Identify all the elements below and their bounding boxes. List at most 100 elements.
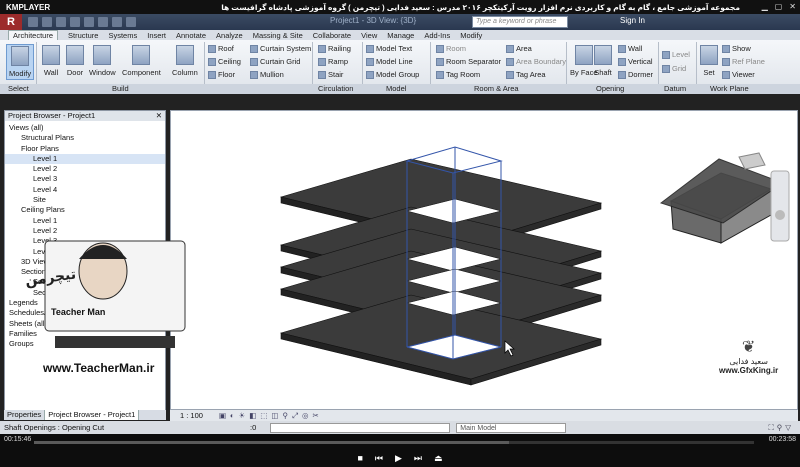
curtain-grid-button[interactable]: Curtain Grid [250, 57, 300, 66]
viewcube-icon[interactable] [659, 152, 785, 244]
sign-in-button[interactable]: Sign In [620, 16, 645, 25]
model-line-button[interactable]: Model Line [366, 57, 413, 66]
text-icon[interactable] [112, 17, 122, 27]
maximize-icon[interactable]: ▢ [775, 2, 783, 11]
by-face-icon [574, 45, 593, 65]
player-logo: KMPLAYER [6, 2, 51, 12]
active-model-select[interactable]: Main Model [456, 422, 567, 433]
ramp-button[interactable]: Ramp [318, 57, 348, 66]
next-icon[interactable]: ⏭ [414, 453, 422, 464]
save-icon[interactable] [42, 17, 52, 27]
wall-icon [42, 45, 60, 65]
tag-area-button[interactable]: Tag Area [506, 70, 546, 79]
window-icon [93, 45, 112, 65]
panel-select[interactable]: Select [8, 84, 29, 93]
3d-view-icon[interactable] [126, 17, 136, 27]
ribbon-tabs: Architecture Structure Systems Insert An… [0, 30, 800, 40]
floor-button[interactable]: Floor [208, 70, 235, 79]
workset-box[interactable] [270, 422, 451, 433]
navigation-bar[interactable] [770, 170, 790, 242]
tree-item[interactable]: Level 2 [5, 164, 165, 174]
tree-item[interactable]: Floor Plans [5, 144, 165, 154]
tab-view[interactable]: View [361, 31, 377, 40]
tab-collaborate[interactable]: Collaborate [313, 31, 351, 40]
tab-massing-site[interactable]: Massing & Site [253, 31, 303, 40]
tab-annotate[interactable]: Annotate [176, 31, 206, 40]
viewer-button[interactable]: Viewer [722, 70, 755, 79]
open-icon[interactable] [28, 17, 38, 27]
shaft-button[interactable]: Shaft [594, 45, 612, 77]
stop-icon[interactable]: ■ [357, 453, 362, 463]
view-control-icons[interactable]: ▣◐☀◧⬚◫⚲⤢◎✂ [219, 411, 323, 421]
area-button[interactable]: Area [506, 44, 532, 53]
ribbon-panel: Modify Wall Door Window Component Column… [0, 40, 800, 94]
modify-button[interactable]: Modify [6, 44, 35, 80]
grid-button[interactable]: Grid [662, 64, 686, 73]
tag-room-button[interactable]: Tag Room [436, 70, 480, 79]
close-icon[interactable]: ✕ [156, 111, 162, 121]
tab-properties[interactable]: Properties [4, 410, 46, 420]
filter-icons[interactable]: ⛶⚲▽ [768, 423, 794, 433]
column-icon [175, 45, 194, 65]
tab-add-ins[interactable]: Add-Ins [424, 31, 450, 40]
search-input[interactable]: Type a keyword or phrase [472, 16, 568, 28]
previous-icon[interactable]: ⏮ [375, 453, 383, 464]
mullion-button[interactable]: Mullion [250, 70, 284, 79]
minimize-icon[interactable]: ▁ [762, 2, 768, 11]
panel-circulation: Circulation [318, 84, 354, 93]
window-button[interactable]: Window [89, 45, 116, 77]
stair-button[interactable]: Stair [318, 70, 343, 79]
close-icon[interactable]: ✕ [789, 2, 796, 11]
column-button[interactable]: Column [172, 45, 198, 77]
ceiling-icon [208, 57, 216, 66]
tree-item[interactable]: Level 1 [5, 153, 165, 165]
tree-item[interactable]: Views (all) [5, 123, 165, 133]
tab-insert[interactable]: Insert [147, 31, 166, 40]
set-button[interactable]: Set [700, 45, 718, 77]
view-scale[interactable]: 1 : 100 [180, 411, 203, 420]
component-button[interactable]: Component [122, 45, 161, 77]
area-icon [506, 44, 514, 53]
3d-view-canvas[interactable]: تیچرمن Teacher Man www.TeacherMan.ir ❦ س… [24, 110, 798, 410]
tab-systems[interactable]: Systems [108, 31, 137, 40]
wall-button[interactable]: Wall [42, 45, 60, 77]
ref-plane-button[interactable]: Ref Plane [722, 57, 765, 66]
tab-manage[interactable]: Manage [387, 31, 414, 40]
tree-item[interactable]: Level 3 [5, 174, 165, 184]
model-group-button[interactable]: Model Group [366, 70, 419, 79]
level-button[interactable]: Level [662, 50, 690, 59]
play-icon[interactable]: ▶ [395, 453, 402, 464]
seek-bar[interactable] [34, 441, 754, 444]
tab-project-browser[interactable]: Project Browser - Project1 [45, 410, 140, 420]
roof-button[interactable]: Roof [208, 44, 234, 53]
open-file-icon[interactable]: ⏏ [434, 453, 443, 464]
status-message: Shaft Openings : Opening Cut [4, 423, 105, 432]
vertical-button[interactable]: Vertical [618, 57, 653, 66]
model-text-icon [366, 44, 374, 53]
tab-modify[interactable]: Modify [460, 31, 482, 40]
dormer-button[interactable]: Dormer [618, 70, 653, 79]
app-menu-button[interactable]: R [0, 14, 22, 30]
room-separator-icon [436, 57, 444, 66]
tab-analyze[interactable]: Analyze [216, 31, 243, 40]
wall-opening-button[interactable]: Wall [618, 44, 642, 53]
railing-button[interactable]: Railing [318, 44, 351, 53]
area-boundary-button[interactable]: Area Boundary [506, 57, 566, 66]
curtain-system-button[interactable]: Curtain System [250, 44, 311, 53]
tree-item[interactable]: Site [5, 195, 165, 205]
tab-architecture[interactable]: Architecture [8, 30, 59, 40]
tab-structure[interactable]: Structure [68, 31, 98, 40]
roof-icon [208, 44, 216, 53]
show-button[interactable]: Show [722, 44, 751, 53]
print-icon[interactable] [84, 17, 94, 27]
measure-icon[interactable] [98, 17, 108, 27]
room-button[interactable]: Room [436, 44, 466, 53]
ceiling-button[interactable]: Ceiling [208, 57, 241, 66]
model-text-button[interactable]: Model Text [366, 44, 412, 53]
tree-item[interactable]: Structural Plans [5, 133, 165, 143]
room-separator-button[interactable]: Room Separator [436, 57, 501, 66]
redo-icon[interactable] [70, 17, 80, 27]
door-button[interactable]: Door [66, 45, 84, 77]
tree-item[interactable]: Level 4 [5, 185, 165, 195]
undo-icon[interactable] [56, 17, 66, 27]
